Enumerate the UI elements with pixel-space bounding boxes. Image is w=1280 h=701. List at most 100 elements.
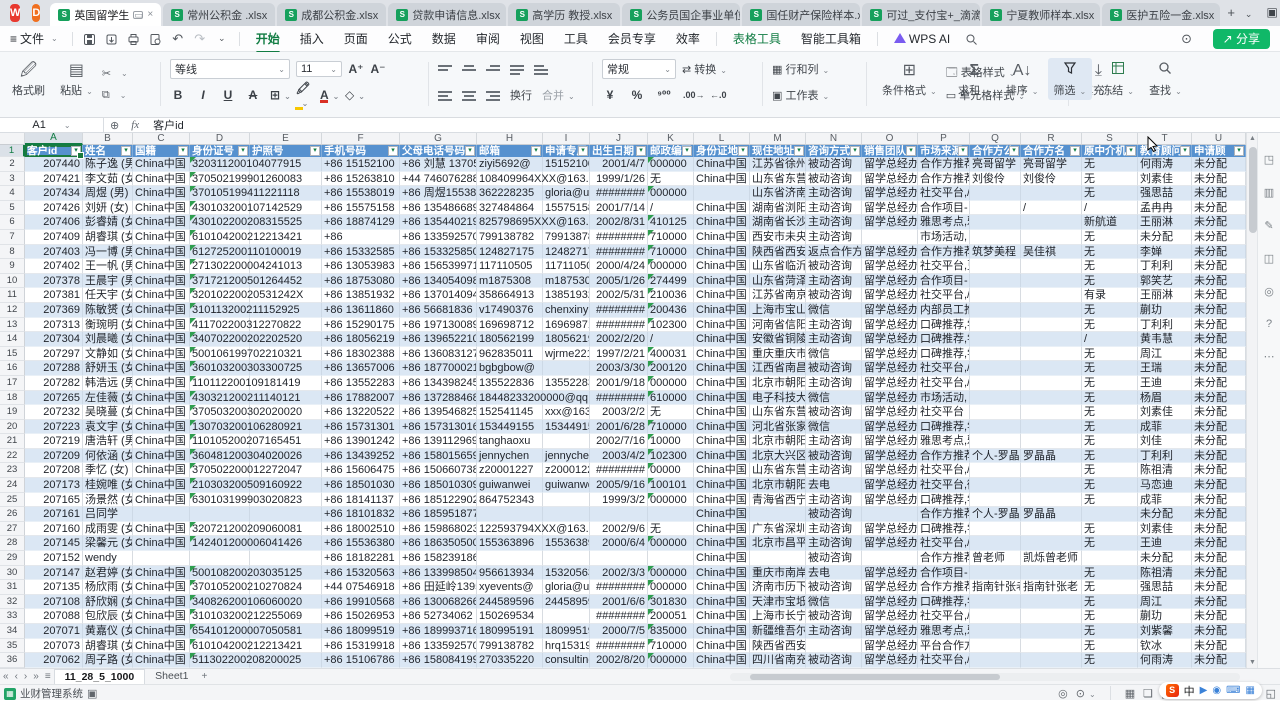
cell[interactable]: 612725200110100019	[190, 245, 250, 260]
cell[interactable]: 无	[1082, 361, 1138, 376]
cell[interactable]: 180562199	[477, 332, 543, 347]
document-tab[interactable]: S成都公积金.xlsx	[277, 3, 386, 26]
cell[interactable]: 未分配	[1192, 391, 1246, 406]
cell[interactable]: 207440	[25, 157, 83, 172]
cell[interactable]: 2003/3/30	[590, 361, 648, 376]
cell[interactable]: 2002/8/31	[590, 215, 648, 230]
tab-list-chevron-icon[interactable]: ⌄	[1245, 9, 1253, 20]
cell[interactable]: 500106199702210321	[190, 347, 250, 362]
cell[interactable]	[970, 522, 1021, 537]
cell[interactable]: China中国	[133, 376, 190, 391]
strikethrough-button[interactable]: A	[245, 88, 261, 102]
first-sheet-icon[interactable]: «	[3, 671, 9, 682]
cell[interactable]: 未分配	[1192, 201, 1246, 216]
cell[interactable]: 207152	[25, 551, 83, 566]
header-cell[interactable]: 市场来源▾	[918, 145, 970, 157]
cell[interactable]: 1997/2/21	[590, 347, 648, 362]
cell[interactable]: 社交平台,/	[918, 361, 970, 376]
formula-input[interactable]: 客户id	[153, 117, 184, 133]
cell[interactable]: 蒯玏	[1138, 303, 1192, 318]
cell[interactable]: 指南针张老	[970, 580, 1021, 595]
cell[interactable]: 汤景然 (女	[83, 493, 133, 508]
cell[interactable]: 陈敏赟 (女	[83, 303, 133, 318]
column-header-E[interactable]: E	[250, 133, 322, 145]
cell[interactable]: xxx@163.c	[543, 405, 590, 420]
ime-toolbox-icon[interactable]: ▦	[1246, 685, 1255, 696]
cell[interactable]: 825798695XXX@163.	[477, 215, 543, 230]
cell[interactable]: 口碑推荐,学	[918, 493, 970, 508]
cell[interactable]: China中国	[694, 405, 750, 420]
cell[interactable]: 117110505	[543, 259, 590, 274]
contact-panel-icon[interactable]: ◎	[1258, 285, 1280, 298]
cell[interactable]: 留学总经办	[862, 624, 918, 639]
cell[interactable]: 丁利利	[1138, 259, 1192, 274]
cell[interactable]	[543, 609, 590, 624]
cell[interactable]	[970, 463, 1021, 478]
cell[interactable]: 无	[1082, 274, 1138, 289]
cell[interactable]: 799138782	[477, 230, 543, 245]
cell[interactable]: 000000	[648, 536, 694, 551]
cell[interactable]: 155751588	[543, 201, 590, 216]
cell[interactable]: 社交平台,/	[918, 536, 970, 551]
column-header-L[interactable]: L	[694, 133, 750, 145]
cell[interactable]	[970, 624, 1021, 639]
column-header-Q[interactable]: Q	[970, 133, 1021, 145]
cell[interactable]: 被动咨询	[806, 449, 862, 464]
cell[interactable]: +86 18002510	[322, 522, 400, 537]
cell[interactable]: +86 1391129694	[400, 434, 477, 449]
cell[interactable]: 未分配	[1192, 609, 1246, 624]
cell[interactable]: 430102200208315525	[190, 215, 250, 230]
cell[interactable]	[970, 201, 1021, 216]
new-document-tab-button[interactable]: +	[1227, 5, 1235, 20]
cell[interactable]: 主动咨询	[806, 376, 862, 391]
cell[interactable]: China中国	[133, 245, 190, 260]
cell[interactable]: China中国	[694, 303, 750, 318]
cell[interactable]: 未分配	[1192, 215, 1246, 230]
cell[interactable]: 留学总经办	[862, 463, 918, 478]
filter-button[interactable]: ▾	[1070, 146, 1080, 156]
cell[interactable]: 无	[1082, 463, 1138, 478]
cell[interactable]: 主动咨询	[806, 463, 862, 478]
cell[interactable]: 成雨雯 (女	[83, 522, 133, 537]
cell[interactable]: 799138782	[543, 230, 590, 245]
cell[interactable]: China中国	[133, 391, 190, 406]
cell[interactable]: 河南省信阳	[750, 318, 806, 333]
cell[interactable]: China中国	[133, 639, 190, 654]
filter-button[interactable]: ▾	[958, 146, 968, 156]
cell[interactable]: wendy	[83, 551, 133, 566]
cell[interactable]: 未分配	[1192, 536, 1246, 551]
cell[interactable]: chenxinyur	[543, 303, 590, 318]
cell[interactable]: 合作项目-	[918, 566, 970, 581]
tab-table-tools[interactable]: 表格工具	[723, 27, 791, 50]
cell[interactable]: 合作方推荐	[918, 507, 970, 522]
cell[interactable]: 主动咨询	[806, 624, 862, 639]
cell[interactable]: 108409964XXX@163.	[477, 172, 543, 187]
cell[interactable]: 2000/4/24	[590, 259, 648, 274]
row-header-16[interactable]: 16	[0, 361, 25, 376]
cell[interactable]: 留学总经办	[862, 172, 918, 187]
align-bottom-icon[interactable]	[486, 63, 500, 75]
prev-sheet-icon[interactable]: ‹	[15, 671, 18, 682]
cell[interactable]: 被动咨询	[806, 551, 862, 566]
row-header-27[interactable]: 27	[0, 522, 25, 537]
cell[interactable]: 留学总经办	[862, 478, 918, 493]
cell[interactable]: m1875308	[477, 274, 543, 289]
cell[interactable]: jennychen	[477, 449, 543, 464]
cell[interactable]	[1021, 274, 1082, 289]
row-header-34[interactable]: 34	[0, 624, 25, 639]
cell[interactable]	[970, 493, 1021, 508]
cell[interactable]	[543, 507, 590, 522]
cell[interactable]: China中国	[694, 478, 750, 493]
cell[interactable]: 留学总经办	[862, 186, 918, 201]
cell[interactable]: China中国	[694, 420, 750, 435]
last-sheet-icon[interactable]: »	[33, 671, 39, 682]
cell[interactable]: 2000/6/4	[590, 536, 648, 551]
cell[interactable]: 刘紫馨	[1138, 624, 1192, 639]
cell[interactable]: China中国	[694, 376, 750, 391]
ime-mic-icon[interactable]: ◉	[1212, 685, 1221, 696]
cell[interactable]: m1875308	[543, 274, 590, 289]
cell[interactable]: 210303200509160922	[190, 478, 250, 493]
cell[interactable]: 合作方推荐	[918, 172, 970, 187]
cell[interactable]: China中国	[694, 493, 750, 508]
header-cell[interactable]: 护照号▾	[250, 145, 322, 157]
